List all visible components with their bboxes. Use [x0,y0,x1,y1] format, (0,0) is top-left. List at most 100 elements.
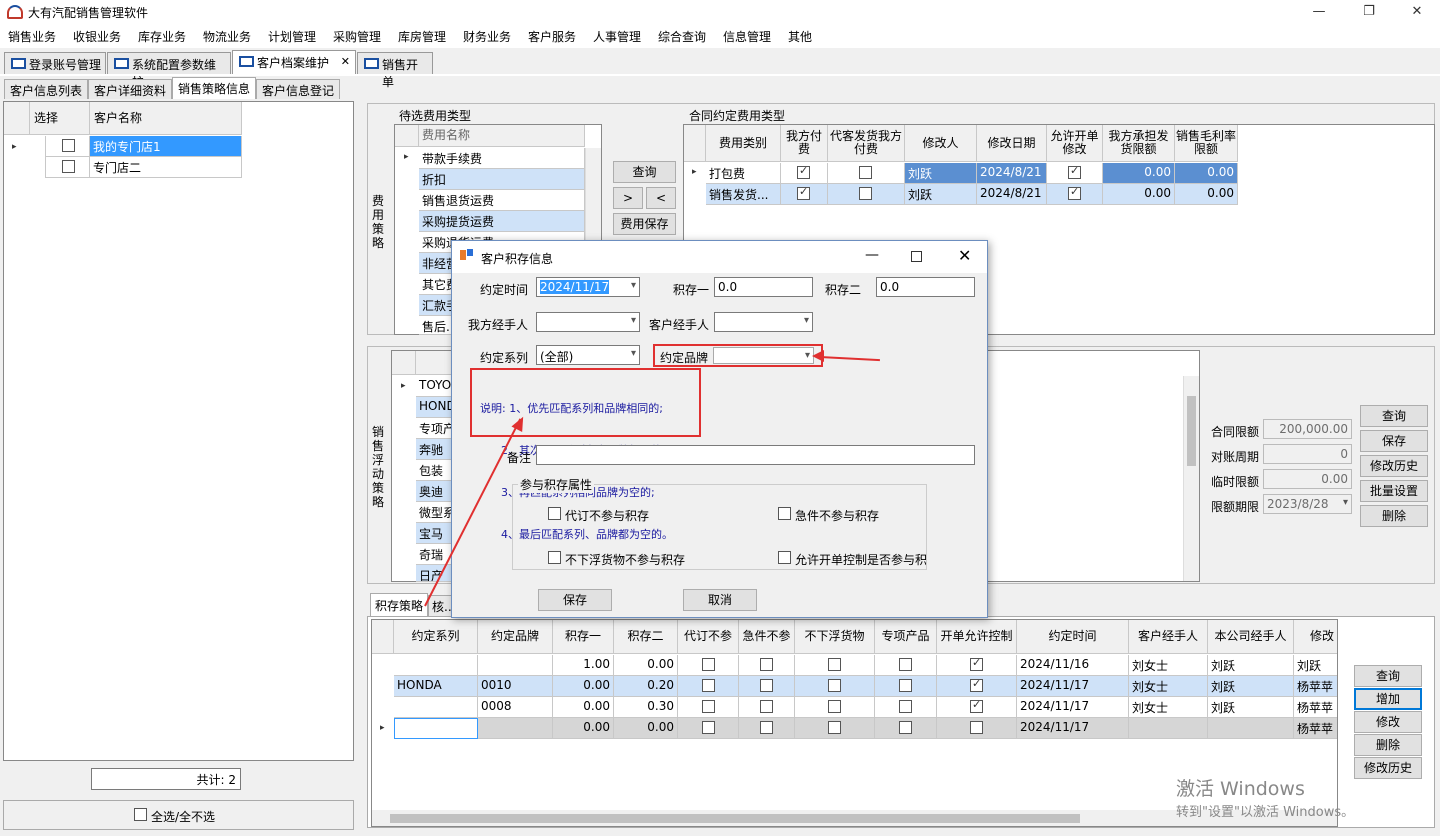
opt-nonfloat-checkbox[interactable] [548,551,561,564]
proxy-cell[interactable] [678,655,739,676]
col-our-pay[interactable]: 我方付费 [781,125,828,162]
opt-proxy-label[interactable]: 代订不参与积存 [565,507,649,524]
minimize-button[interactable]: — [1296,0,1342,24]
special-cell[interactable] [875,718,937,739]
opt-nonfloat-label[interactable]: 不下浮货物不参与积存 [565,551,685,568]
opt-urgent-checkbox[interactable] [778,507,791,520]
series-cell[interactable] [394,655,478,676]
proxy-pay-checkbox[interactable] [859,166,872,179]
list-item[interactable]: 销售退货运费 [419,190,585,211]
nonfloat-checkbox[interactable] [828,658,841,671]
time-cell[interactable]: 2024/11/17 [1017,676,1129,697]
col-allow-modify[interactable]: 允许开单修改 [1047,125,1103,162]
points1-cell[interactable]: 0.00 [553,718,614,739]
proxy-checkbox[interactable] [702,658,715,671]
col-agreed-time[interactable]: 约定时间 [1017,620,1129,654]
modifier-cell[interactable]: 刘跃 [905,163,977,184]
urgent-checkbox[interactable] [760,679,773,692]
col-points-1[interactable]: 积存一 [553,620,614,654]
menu-plan[interactable]: 计划管理 [268,28,316,45]
list-item[interactable]: 奔驰 [416,439,456,460]
brand-cell[interactable]: 0010 [478,676,553,697]
fee-query-button[interactable]: 查询 [613,161,676,183]
our-pay-checkbox[interactable] [797,164,810,179]
nonfloat-cell[interactable] [795,718,875,739]
special-cell[interactable] [875,676,937,697]
our-pay-checkbox[interactable] [797,185,810,200]
list-item[interactable]: 专项产... [416,418,456,439]
series-select[interactable]: (全部) [536,345,640,365]
points-edit-button[interactable]: 修改 [1354,711,1422,733]
modifier-cell[interactable]: 刘跃 [905,184,977,205]
series-cell[interactable]: HONDA [394,676,478,697]
customer-handler-cell[interactable]: 刘女士 [1129,655,1208,676]
select-all-checkbox[interactable] [134,808,147,821]
control-cell[interactable] [937,697,1017,718]
list-item[interactable]: TOYO... [416,376,456,397]
opt-control-label[interactable]: 允许开单控制是否参与积 [795,551,926,568]
list-item[interactable]: 包装 [416,460,456,481]
brand-cell[interactable] [478,655,553,676]
points1-cell[interactable]: 0.00 [553,697,614,718]
list-item[interactable]: 奥迪 [416,481,456,502]
list-item[interactable]: 微型系... [416,502,456,523]
fee-save-button[interactable]: 费用保存 [613,213,676,235]
company-handler-cell[interactable]: 刘跃 [1208,697,1294,718]
dialog-save-button[interactable]: 保存 [538,589,612,611]
points-history-button[interactable]: 修改历史 [1354,757,1422,779]
our-handler-select[interactable] [536,312,640,332]
menu-warehouse[interactable]: 库房管理 [398,28,446,45]
urgent-cell[interactable] [739,697,795,718]
menu-other[interactable]: 其他 [788,28,812,45]
col-proxy-pay[interactable]: 代客发货我方付费 [828,125,905,162]
col-customer-handler[interactable]: 客户经手人 [1129,620,1208,654]
dialog-minimize-button[interactable]: — [865,247,879,263]
urgent-checkbox[interactable] [760,658,773,671]
col-modifier[interactable]: 修改人 [905,125,977,162]
proxy-checkbox[interactable] [702,721,715,734]
control-checkbox[interactable] [970,656,983,671]
list-item[interactable]: 带款手续费 [419,148,585,169]
vertical-scrollbar[interactable] [1183,376,1199,581]
tab-customer-list[interactable]: 客户信息列表 [4,79,88,99]
points-add-button[interactable]: 增加 [1354,688,1422,710]
dialog-close-button[interactable]: ✕ [958,246,971,265]
modifier-cell[interactable]: 杨苹苹 [1294,697,1337,718]
time-cell[interactable]: 2024/11/17 [1017,718,1129,739]
row-checkbox[interactable] [62,139,75,152]
points2-cell[interactable]: 0.00 [614,718,678,739]
margin-limit-cell[interactable]: 0.00 [1175,184,1238,205]
urgent-cell[interactable] [739,676,795,697]
col-urgent-excluded[interactable]: 急件不参 [739,620,795,654]
tab-customer-detail[interactable]: 客户详细资料 [88,79,172,99]
company-handler-cell[interactable] [1208,718,1294,739]
special-checkbox[interactable] [899,700,912,713]
opt-proxy-checkbox[interactable] [548,507,561,520]
margin-limit-cell[interactable]: 0.00 [1175,163,1238,184]
col-margin-limit[interactable]: 销售毛利率限额 [1175,125,1238,162]
points-query-button[interactable]: 查询 [1354,665,1422,687]
row-checkbox[interactable] [62,160,75,173]
allow-modify-checkbox[interactable] [1068,185,1081,200]
list-item[interactable]: HONDA [416,397,456,418]
proxy-pay-cell[interactable] [828,163,905,184]
modify-date-cell[interactable]: 2024/8/21 [977,184,1047,205]
nonfloat-cell[interactable] [795,697,875,718]
proxy-cell[interactable] [678,718,739,739]
proxy-pay-checkbox[interactable] [859,187,872,200]
modifier-cell[interactable]: 杨苹苹 [1294,718,1337,739]
opt-control-checkbox[interactable] [778,551,791,564]
allow-modify-cell[interactable] [1047,184,1103,205]
customer-handler-cell[interactable] [1129,718,1208,739]
proxy-checkbox[interactable] [702,679,715,692]
expire-date-picker[interactable]: 2023/8/28 [1263,494,1352,514]
points1-field[interactable]: 0.0 [714,277,813,297]
close-window-button[interactable]: ✕ [1394,0,1440,24]
col-fee-name[interactable]: 费用名称 [419,125,585,147]
col-brand[interactable]: 约定品牌 [478,620,553,654]
control-checkbox[interactable] [970,721,983,734]
col-modify-date[interactable]: 修改日期 [977,125,1047,162]
control-cell[interactable] [937,655,1017,676]
special-cell[interactable] [875,697,937,718]
menu-hr[interactable]: 人事管理 [593,28,641,45]
